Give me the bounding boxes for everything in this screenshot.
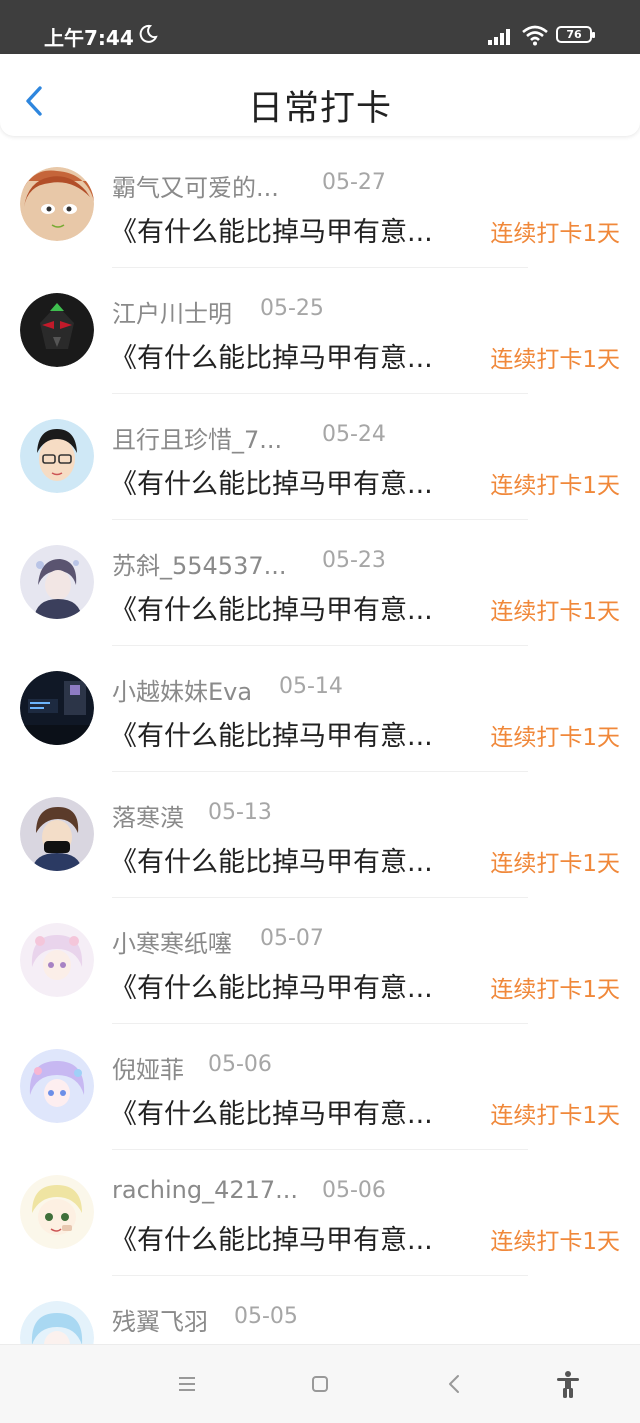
streak-label: 连续打卡1天 [490,1103,620,1129]
book-title[interactable]: 《有什么能比掉马甲有意... [110,966,433,1005]
streak-label: 连续打卡1天 [490,347,620,373]
page-title: 日常打卡 [247,89,392,129]
checkin-date: 05-24 [322,422,386,447]
checkin-date: 05-27 [322,170,386,195]
list-item[interactable]: 小越妹妹Eva 05-14 《有什么能比掉马甲有意... 连续打卡1天 [0,646,640,772]
user-name: 小越妹妹Eva [112,678,253,706]
avatar[interactable] [20,797,94,871]
checkin-date: 05-13 [208,800,272,825]
status-bar: 上午7:44 76 [0,0,640,54]
avatar[interactable] [20,1175,94,1249]
list-item[interactable]: 小寒寒纸噻 05-07 《有什么能比掉马甲有意... 连续打卡1天 [0,898,640,1024]
streak-label: 连续打卡1天 [490,851,620,877]
streak-label: 连续打卡1天 [490,221,620,247]
avatar[interactable] [20,1049,94,1123]
avatar[interactable] [20,671,94,745]
book-title[interactable]: 《有什么能比掉马甲有意... [110,336,433,375]
avatar[interactable] [20,293,94,367]
user-name: 残翼飞羽 [112,1308,208,1336]
list-item[interactable]: 苏斜_554537... 05-23 《有什么能比掉马甲有意... 连续打卡1天 [0,520,640,646]
user-name: 小寒寒纸噻 [112,930,232,958]
user-name: 倪娅菲 [112,1056,184,1084]
menu-icon[interactable] [172,1369,202,1399]
wifi-icon [522,25,548,46]
avatar[interactable] [20,923,94,997]
checkin-date: 05-23 [322,548,386,573]
avatar[interactable] [20,545,94,619]
streak-label: 连续打卡1天 [490,473,620,499]
user-name: 苏斜_554537... [112,552,287,580]
battery-icon: 76 [556,26,595,43]
list-item[interactable]: 且行且珍惜_7... 05-24 《有什么能比掉马甲有意... 连续打卡1天 [0,394,640,520]
user-name: 且行且珍惜_7... [112,426,283,454]
user-name: 落寒漠 [112,804,184,832]
book-title[interactable]: 《有什么能比掉马甲有意... [110,588,433,627]
user-name: raching_4217... [112,1176,299,1204]
list-item[interactable]: 霸气又可爱的... 05-27 《有什么能比掉马甲有意... 连续打卡1天 [0,142,640,268]
checkin-date: 05-06 [322,1178,386,1203]
book-title[interactable]: 《有什么能比掉马甲有意... [110,840,433,879]
book-title[interactable]: 《有什么能比掉马甲有意... [110,714,433,753]
book-title[interactable]: 《有什么能比掉马甲有意... [110,1092,433,1131]
checkin-list: 霸气又可爱的... 05-27 《有什么能比掉马甲有意... 连续打卡1天 江户… [0,142,640,1402]
battery-level: 76 [566,28,582,41]
checkin-date: 05-07 [260,926,324,951]
list-item[interactable]: 倪娅菲 05-06 《有什么能比掉马甲有意... 连续打卡1天 [0,1024,640,1150]
list-item[interactable]: 落寒漠 05-13 《有什么能比掉马甲有意... 连续打卡1天 [0,772,640,898]
checkin-date: 05-25 [260,296,324,321]
checkin-date: 05-14 [279,674,343,699]
home-square-icon[interactable] [305,1369,335,1399]
streak-label: 连续打卡1天 [490,725,620,751]
checkin-date: 05-05 [234,1304,298,1329]
list-item[interactable]: 江户川士明 05-25 《有什么能比掉马甲有意... 连续打卡1天 [0,268,640,394]
back-triangle-icon[interactable] [440,1369,470,1399]
book-title[interactable]: 《有什么能比掉马甲有意... [110,462,433,501]
system-nav-bar [0,1344,640,1423]
avatar[interactable] [20,167,94,241]
streak-label: 连续打卡1天 [490,977,620,1003]
moon-icon [139,24,158,43]
accessibility-icon[interactable] [553,1369,583,1399]
list-item[interactable]: raching_4217... 05-06 《有什么能比掉马甲有意... 连续打… [0,1150,640,1276]
checkin-date: 05-06 [208,1052,272,1077]
streak-label: 连续打卡1天 [490,599,620,625]
user-name: 霸气又可爱的... [112,174,279,202]
book-title[interactable]: 《有什么能比掉马甲有意... [110,210,433,249]
app-header: 日常打卡 [0,54,640,136]
signal-icon [488,29,510,45]
book-title[interactable]: 《有什么能比掉马甲有意... [110,1218,433,1257]
user-name: 江户川士明 [112,300,232,328]
avatar[interactable] [20,419,94,493]
streak-label: 连续打卡1天 [490,1229,620,1255]
status-time: 上午7:44 [44,26,134,50]
